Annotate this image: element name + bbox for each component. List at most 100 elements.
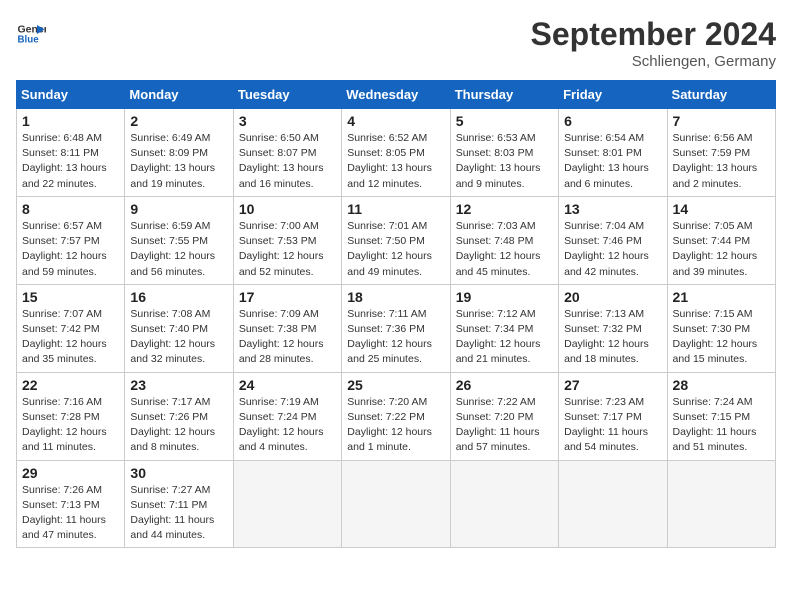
col-header-sunday: Sunday	[17, 81, 125, 109]
cell-info: Sunrise: 7:12 AM Sunset: 7:34 PM Dayligh…	[456, 307, 553, 368]
calendar-cell: 9 Sunrise: 6:59 AM Sunset: 7:55 PM Daylig…	[125, 196, 233, 284]
day-number: 8	[22, 201, 119, 217]
day-number: 20	[564, 289, 661, 305]
day-number: 23	[130, 377, 227, 393]
calendar-cell: 19 Sunrise: 7:12 AM Sunset: 7:34 PM Dayli…	[450, 284, 558, 372]
day-number: 29	[22, 465, 119, 481]
day-number: 7	[673, 113, 770, 129]
calendar-cell: 23 Sunrise: 7:17 AM Sunset: 7:26 PM Dayli…	[125, 372, 233, 460]
calendar-table: SundayMondayTuesdayWednesdayThursdayFrid…	[16, 80, 776, 548]
col-header-tuesday: Tuesday	[233, 81, 341, 109]
calendar-week-2: 8 Sunrise: 6:57 AM Sunset: 7:57 PM Daylig…	[17, 196, 776, 284]
calendar-cell: 24Sunrise: 7:19 AM Sunset: 7:24 PM Dayli…	[233, 372, 341, 460]
day-number: 3	[239, 113, 336, 129]
cell-info: Sunrise: 7:19 AM Sunset: 7:24 PM Dayligh…	[239, 395, 336, 456]
day-number: 19	[456, 289, 553, 305]
cell-info: Sunrise: 7:09 AM Sunset: 7:38 PM Dayligh…	[239, 307, 336, 368]
cell-info: Sunrise: 6:48 AM Sunset: 8:11 PM Dayligh…	[22, 131, 119, 192]
day-number: 9	[130, 201, 227, 217]
cell-info: Sunrise: 7:00 AM Sunset: 7:53 PM Dayligh…	[239, 219, 336, 280]
cell-info: Sunrise: 6:59 AM Sunset: 7:55 PM Dayligh…	[130, 219, 227, 280]
day-number: 27	[564, 377, 661, 393]
cell-info: Sunrise: 7:13 AM Sunset: 7:32 PM Dayligh…	[564, 307, 661, 368]
calendar-cell: 30 Sunrise: 7:27 AM Sunset: 7:11 PM Dayli…	[125, 460, 233, 548]
col-header-saturday: Saturday	[667, 81, 775, 109]
day-number: 6	[564, 113, 661, 129]
cell-info: Sunrise: 7:08 AM Sunset: 7:40 PM Dayligh…	[130, 307, 227, 368]
calendar-cell: 3 Sunrise: 6:50 AM Sunset: 8:07 PM Daylig…	[233, 109, 341, 197]
calendar-cell	[667, 460, 775, 548]
day-number: 10	[239, 201, 336, 217]
day-number: 16	[130, 289, 227, 305]
calendar-cell: 22 Sunrise: 7:16 AM Sunset: 7:28 PM Dayli…	[17, 372, 125, 460]
calendar-cell: 2 Sunrise: 6:49 AM Sunset: 8:09 PM Daylig…	[125, 109, 233, 197]
day-number: 17	[239, 289, 336, 305]
title-area: September 2024 Schliengen, Germany	[531, 16, 776, 70]
calendar-cell: 11Sunrise: 7:01 AM Sunset: 7:50 PM Dayli…	[342, 196, 450, 284]
calendar-cell: 1 Sunrise: 6:48 AM Sunset: 8:11 PM Daylig…	[17, 109, 125, 197]
day-number: 30	[130, 465, 227, 481]
day-number: 18	[347, 289, 444, 305]
cell-info: Sunrise: 6:56 AM Sunset: 7:59 PM Dayligh…	[673, 131, 770, 192]
day-number: 5	[456, 113, 553, 129]
cell-info: Sunrise: 6:57 AM Sunset: 7:57 PM Dayligh…	[22, 219, 119, 280]
cell-info: Sunrise: 7:03 AM Sunset: 7:48 PM Dayligh…	[456, 219, 553, 280]
cell-info: Sunrise: 7:20 AM Sunset: 7:22 PM Dayligh…	[347, 395, 444, 456]
calendar-cell: 27 Sunrise: 7:23 AM Sunset: 7:17 PM Dayli…	[559, 372, 667, 460]
calendar-cell: 25 Sunrise: 7:20 AM Sunset: 7:22 PM Dayli…	[342, 372, 450, 460]
cell-info: Sunrise: 7:22 AM Sunset: 7:20 PM Dayligh…	[456, 395, 553, 456]
cell-info: Sunrise: 7:04 AM Sunset: 7:46 PM Dayligh…	[564, 219, 661, 280]
month-title: September 2024	[531, 16, 776, 53]
calendar-cell: 21Sunrise: 7:15 AM Sunset: 7:30 PM Dayli…	[667, 284, 775, 372]
col-header-wednesday: Wednesday	[342, 81, 450, 109]
cell-info: Sunrise: 6:52 AM Sunset: 8:05 PM Dayligh…	[347, 131, 444, 192]
day-number: 13	[564, 201, 661, 217]
day-number: 28	[673, 377, 770, 393]
day-number: 15	[22, 289, 119, 305]
day-number: 25	[347, 377, 444, 393]
cell-info: Sunrise: 6:49 AM Sunset: 8:09 PM Dayligh…	[130, 131, 227, 192]
day-number: 1	[22, 113, 119, 129]
calendar-cell: 26 Sunrise: 7:22 AM Sunset: 7:20 PM Dayli…	[450, 372, 558, 460]
day-number: 22	[22, 377, 119, 393]
calendar-cell: 6 Sunrise: 6:54 AM Sunset: 8:01 PM Daylig…	[559, 109, 667, 197]
page-header: General Blue September 2024 Schliengen, …	[16, 16, 776, 70]
cell-info: Sunrise: 6:53 AM Sunset: 8:03 PM Dayligh…	[456, 131, 553, 192]
cell-info: Sunrise: 7:23 AM Sunset: 7:17 PM Dayligh…	[564, 395, 661, 456]
day-number: 12	[456, 201, 553, 217]
calendar-cell: 7 Sunrise: 6:56 AM Sunset: 7:59 PM Daylig…	[667, 109, 775, 197]
calendar-cell: 14Sunrise: 7:05 AM Sunset: 7:44 PM Dayli…	[667, 196, 775, 284]
day-number: 26	[456, 377, 553, 393]
cell-info: Sunrise: 7:17 AM Sunset: 7:26 PM Dayligh…	[130, 395, 227, 456]
calendar-week-5: 29 Sunrise: 7:26 AM Sunset: 7:13 PM Dayli…	[17, 460, 776, 548]
calendar-cell: 20 Sunrise: 7:13 AM Sunset: 7:32 PM Dayli…	[559, 284, 667, 372]
cell-info: Sunrise: 6:54 AM Sunset: 8:01 PM Dayligh…	[564, 131, 661, 192]
cell-info: Sunrise: 6:50 AM Sunset: 8:07 PM Dayligh…	[239, 131, 336, 192]
calendar-cell: 29 Sunrise: 7:26 AM Sunset: 7:13 PM Dayli…	[17, 460, 125, 548]
col-header-thursday: Thursday	[450, 81, 558, 109]
calendar-cell: 8 Sunrise: 6:57 AM Sunset: 7:57 PM Daylig…	[17, 196, 125, 284]
calendar-cell: 16 Sunrise: 7:08 AM Sunset: 7:40 PM Dayli…	[125, 284, 233, 372]
cell-info: Sunrise: 7:27 AM Sunset: 7:11 PM Dayligh…	[130, 483, 227, 544]
calendar-cell	[450, 460, 558, 548]
col-header-monday: Monday	[125, 81, 233, 109]
svg-text:Blue: Blue	[18, 34, 40, 45]
day-number: 21	[673, 289, 770, 305]
calendar-cell	[559, 460, 667, 548]
location: Schliengen, Germany	[531, 53, 776, 70]
calendar-cell: 28 Sunrise: 7:24 AM Sunset: 7:15 PM Dayli…	[667, 372, 775, 460]
calendar-cell: 15Sunrise: 7:07 AM Sunset: 7:42 PM Dayli…	[17, 284, 125, 372]
calendar-cell: 12 Sunrise: 7:03 AM Sunset: 7:48 PM Dayli…	[450, 196, 558, 284]
cell-info: Sunrise: 7:11 AM Sunset: 7:36 PM Dayligh…	[347, 307, 444, 368]
calendar-cell: 17 Sunrise: 7:09 AM Sunset: 7:38 PM Dayli…	[233, 284, 341, 372]
calendar-cell: 13 Sunrise: 7:04 AM Sunset: 7:46 PM Dayli…	[559, 196, 667, 284]
calendar-week-4: 22 Sunrise: 7:16 AM Sunset: 7:28 PM Dayli…	[17, 372, 776, 460]
cell-info: Sunrise: 7:16 AM Sunset: 7:28 PM Dayligh…	[22, 395, 119, 456]
cell-info: Sunrise: 7:26 AM Sunset: 7:13 PM Dayligh…	[22, 483, 119, 544]
day-number: 14	[673, 201, 770, 217]
day-number: 2	[130, 113, 227, 129]
cell-info: Sunrise: 7:24 AM Sunset: 7:15 PM Dayligh…	[673, 395, 770, 456]
logo-icon: General Blue	[16, 16, 46, 46]
day-number: 4	[347, 113, 444, 129]
calendar-cell: 18 Sunrise: 7:11 AM Sunset: 7:36 PM Dayli…	[342, 284, 450, 372]
